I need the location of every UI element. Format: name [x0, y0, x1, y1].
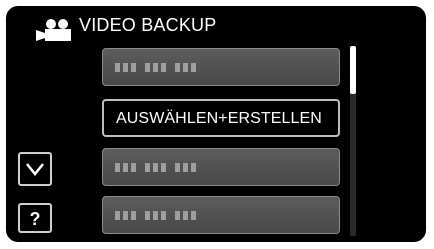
- menu-item-4[interactable]: [102, 196, 340, 234]
- help-icon: ?: [29, 209, 41, 229]
- masked-text: [115, 63, 196, 72]
- camera-menu-screen: VIDEO BACKUP AUSWÄHLEN+ERSTELLEN ?: [6, 6, 426, 242]
- scrollbar-thumb[interactable]: [350, 46, 356, 94]
- menu-item-1[interactable]: [102, 48, 340, 86]
- masked-text: [115, 163, 196, 172]
- video-camera-icon: [36, 19, 71, 41]
- chevron-down-icon: [26, 163, 44, 177]
- masked-text: [115, 211, 196, 220]
- menu-item-3[interactable]: [102, 148, 340, 186]
- page-title: VIDEO BACKUP: [79, 15, 217, 35]
- menu-header: VIDEO BACKUP: [6, 6, 426, 48]
- menu-item-label: AUSWÄHLEN+ERSTELLEN: [116, 110, 322, 127]
- scrollbar[interactable]: [350, 46, 356, 236]
- menu-item-select-create[interactable]: AUSWÄHLEN+ERSTELLEN: [102, 99, 340, 137]
- help-button[interactable]: ?: [18, 203, 52, 233]
- scroll-down-button[interactable]: [18, 152, 52, 186]
